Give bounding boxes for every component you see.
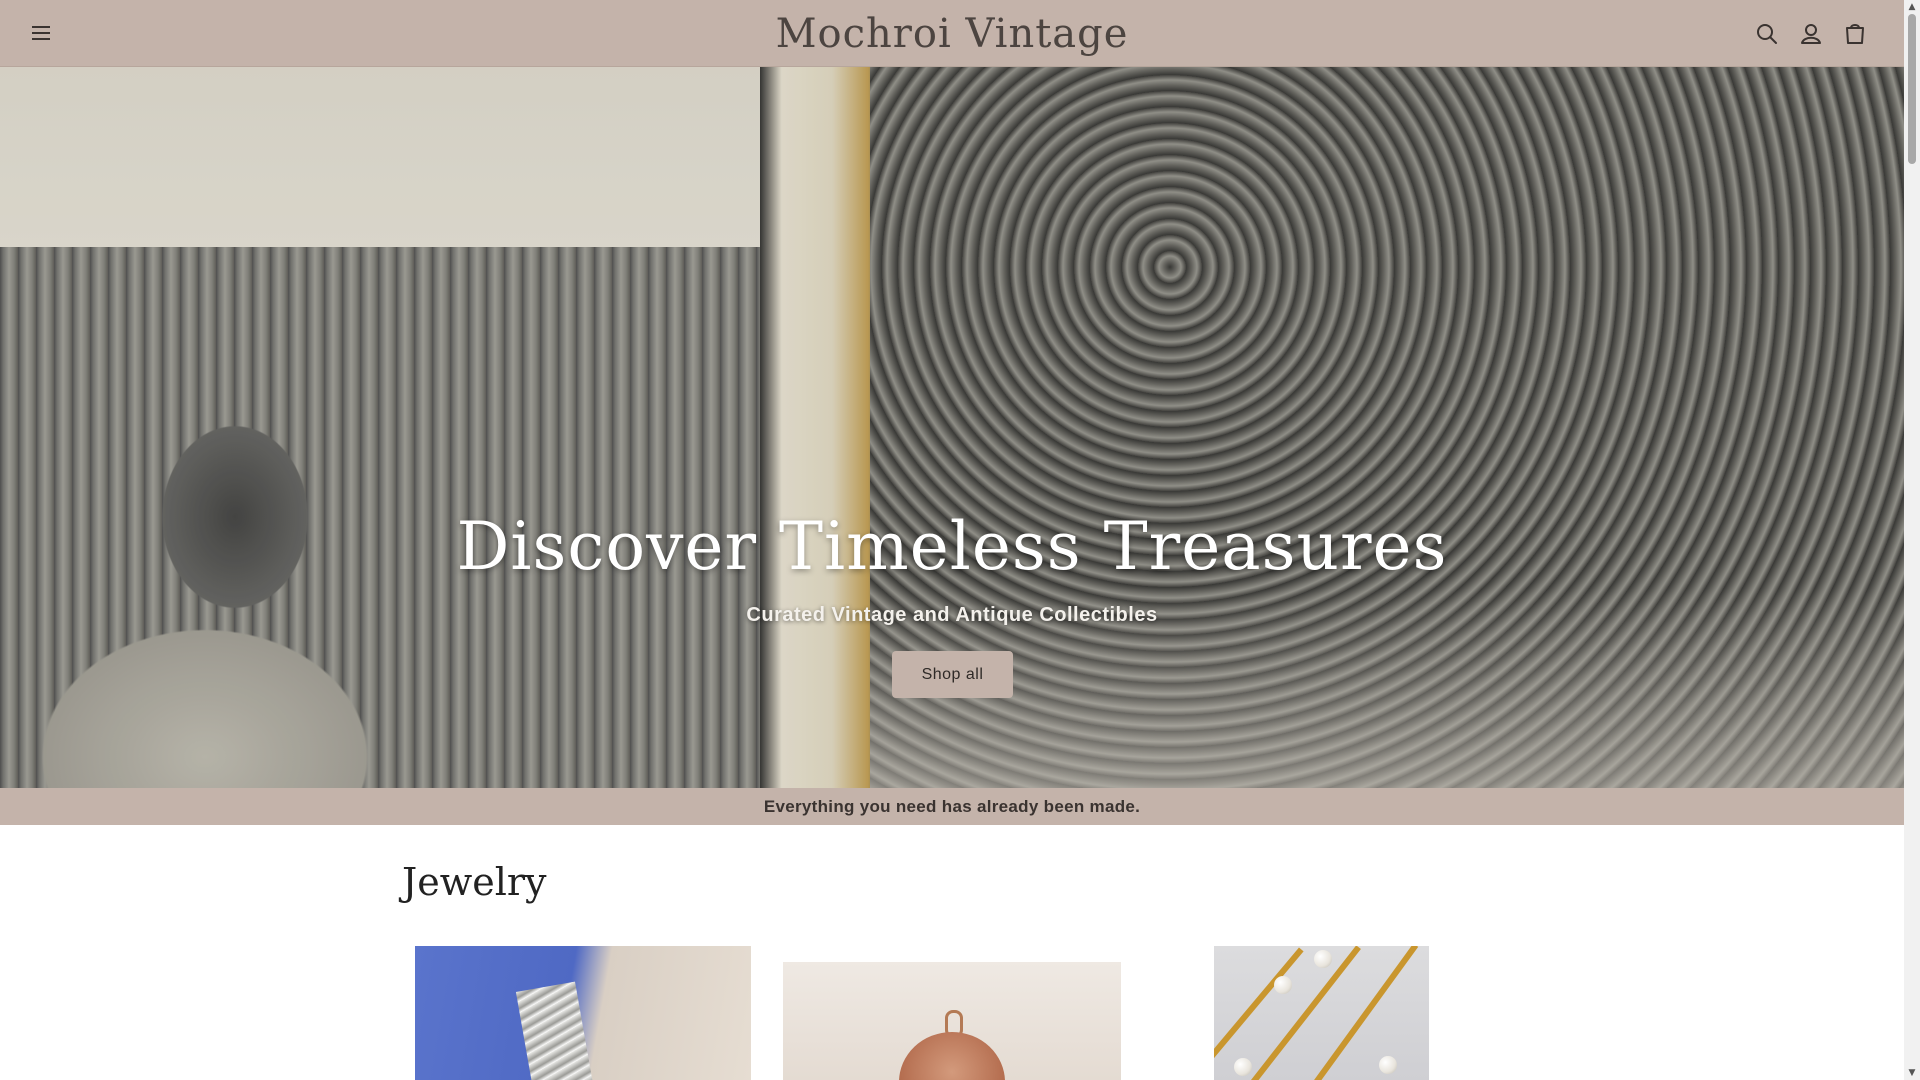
hero-subtitle: Curated Vintage and Antique Collectibles xyxy=(746,604,1158,626)
scroll-thumb[interactable] xyxy=(1908,14,1916,164)
hero-banner: Discover Timeless Treasures Curated Vint… xyxy=(0,67,1904,788)
shop-all-button[interactable]: Shop all xyxy=(892,651,1013,698)
account-icon[interactable] xyxy=(1797,20,1825,48)
hero-title: Discover Timeless Treasures xyxy=(456,508,1448,585)
page: Mochroi Vintage Discover Timeless Treasu… xyxy=(0,0,1904,1080)
product-card-bracelet[interactable] xyxy=(415,946,751,1080)
announcement-bar: Everything you need has already been mad… xyxy=(0,788,1904,825)
site-header: Mochroi Vintage xyxy=(0,0,1904,67)
product-card-locket[interactable] xyxy=(783,962,1121,1080)
search-icon[interactable] xyxy=(1753,20,1781,48)
hero-content: Discover Timeless Treasures Curated Vint… xyxy=(0,67,1904,788)
scroll-up-icon[interactable]: ▲ xyxy=(1904,0,1920,14)
scroll-down-icon[interactable]: ▼ xyxy=(1904,1066,1920,1080)
product-card-pearl-chain[interactable] xyxy=(1214,946,1429,1080)
cart-icon[interactable] xyxy=(1841,20,1869,48)
store-logo[interactable]: Mochroi Vintage xyxy=(0,10,1904,58)
page-scrollbar[interactable]: ▲ ▼ xyxy=(1904,0,1920,1080)
collection-title: Jewelry xyxy=(402,860,547,904)
